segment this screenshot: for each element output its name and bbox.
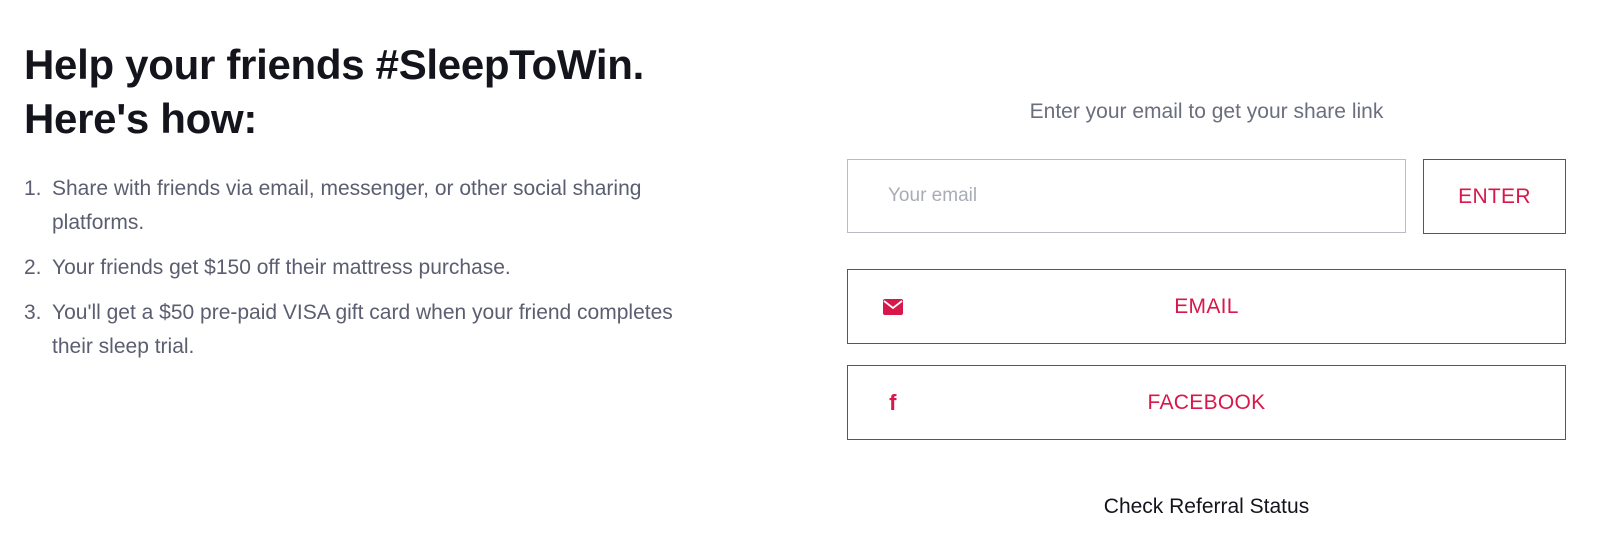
list-item-step-1: 1. Share with friends via email, messeng… [24,172,744,240]
email-share-button[interactable]: EMAIL [847,269,1566,344]
email-input[interactable] [847,159,1406,233]
step-number: 2. [24,256,42,279]
step-text: You'll get a $50 pre-paid VISA gift card… [52,301,673,358]
title-line-1: Help your friends #SleepToWin. [24,41,644,88]
list-item-step-3: 3. You'll get a $50 pre-paid VISA gift c… [24,296,744,364]
referral-page: Help your friends #SleepToWin. Here's ho… [0,0,1600,540]
email-share-label: EMAIL [1174,294,1239,318]
check-referral-status-link[interactable]: Check Referral Status [847,495,1566,519]
steps-list: 1. Share with friends via email, messeng… [24,172,744,364]
step-number: 3. [24,301,42,324]
page-title: Help your friends #SleepToWin. Here's ho… [24,38,744,146]
enter-button[interactable]: ENTER [1423,159,1566,234]
title-line-2: Here's how: [24,95,258,142]
facebook-share-label: FACEBOOK [1147,390,1266,414]
share-panel: Enter your email to get your share link … [847,0,1566,540]
list-item-step-2: 2. Your friends get $150 off their mattr… [24,251,744,285]
envelope-icon [882,296,904,318]
step-number: 1. [24,177,42,200]
enter-button-label: ENTER [1458,184,1531,208]
step-text: Your friends get $150 off their mattress… [52,256,511,279]
instructions-panel: Help your friends #SleepToWin. Here's ho… [24,38,744,375]
share-prompt: Enter your email to get your share link [1029,100,1384,123]
step-text: Share with friends via email, messenger,… [52,177,642,234]
facebook-share-button[interactable]: f FACEBOOK [847,365,1566,440]
facebook-icon: f [889,389,897,415]
